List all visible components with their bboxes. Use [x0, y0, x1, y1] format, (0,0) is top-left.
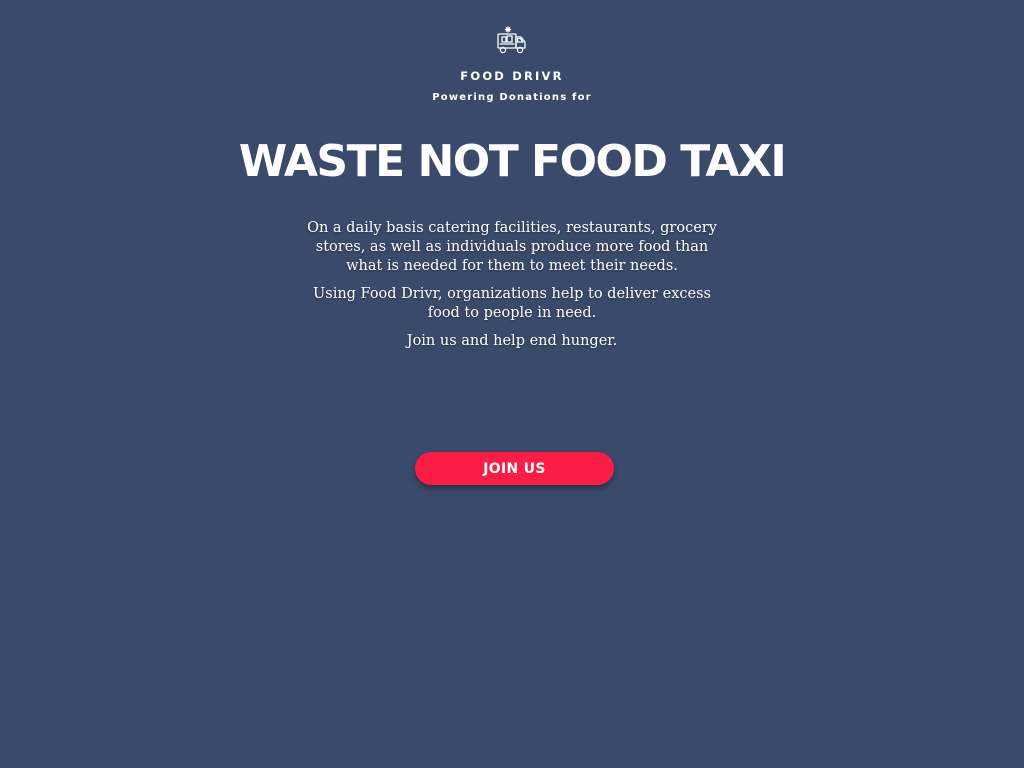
brand-name: FOOD DRIVR — [460, 69, 564, 83]
hero-copy: On a daily basis catering facilities, re… — [0, 219, 1024, 360]
logo — [0, 26, 1024, 56]
join-us-button[interactable]: JOIN US — [415, 452, 614, 485]
tagline-wrap: Powering Donations for — [0, 91, 1024, 105]
intro-paragraph: On a daily basis catering facilities, re… — [307, 220, 717, 274]
landing-page: FOOD DRIVR Powering Donations for WASTE … — [0, 0, 1024, 768]
mission-paragraph: Using Food Drivr, organizations help to … — [313, 286, 711, 321]
hero-title: WASTE NOT FOOD TAXI — [238, 136, 787, 187]
call-to-action-text: Join us and help end hunger. — [406, 333, 618, 349]
tagline: Powering Donations for — [432, 92, 592, 103]
food-truck-icon — [497, 26, 526, 54]
